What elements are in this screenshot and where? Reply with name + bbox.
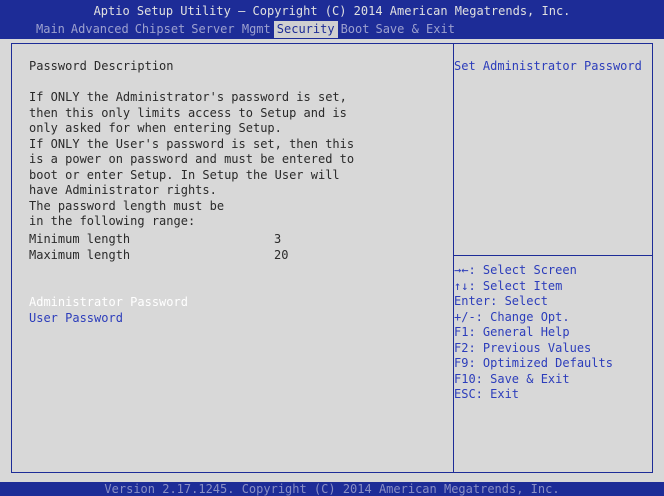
version-text: Version 2.17.1245. Copyright (C) 2014 Am… — [104, 482, 560, 496]
maximum-length-value: 20 — [274, 248, 289, 262]
footer-bar: Version 2.17.1245. Copyright (C) 2014 Am… — [0, 482, 664, 496]
tab-chipset[interactable]: Chipset — [132, 21, 189, 38]
app-title: Aptio Setup Utility – Copyright (C) 2014… — [93, 4, 571, 18]
item-help-text: Set Administrator Password — [454, 59, 642, 73]
user-password-option[interactable]: User Password — [29, 311, 123, 327]
help-divider — [454, 255, 652, 256]
maximum-length-label: Maximum length — [29, 248, 131, 262]
menu-bar: Main Advanced Chipset Server Mgmt Securi… — [33, 21, 458, 38]
bios-screen: Aptio Setup Utility – Copyright (C) 2014… — [0, 0, 664, 496]
tab-main[interactable]: Main — [33, 21, 68, 38]
tab-save-exit[interactable]: Save & Exit — [372, 21, 457, 38]
administrator-password-option[interactable]: Administrator Password — [29, 295, 188, 311]
main-frame: Password Description If ONLY the Adminis… — [11, 43, 653, 473]
tab-advanced[interactable]: Advanced — [68, 21, 132, 38]
minimum-length-value: 3 — [274, 232, 282, 246]
minimum-length-label: Minimum length — [29, 232, 131, 246]
tab-server-mgmt[interactable]: Server Mgmt — [188, 21, 273, 38]
key-legend: →←: Select Screen ↑↓: Select Item Enter:… — [454, 263, 613, 401]
tab-boot[interactable]: Boot — [338, 21, 373, 38]
password-description-text: If ONLY the Administrator's password is … — [29, 90, 355, 228]
title-bar: Aptio Setup Utility – Copyright (C) 2014… — [0, 0, 664, 39]
password-description-heading: Password Description — [29, 59, 174, 73]
panel-divider — [453, 44, 454, 472]
tab-security[interactable]: Security — [273, 21, 338, 38]
